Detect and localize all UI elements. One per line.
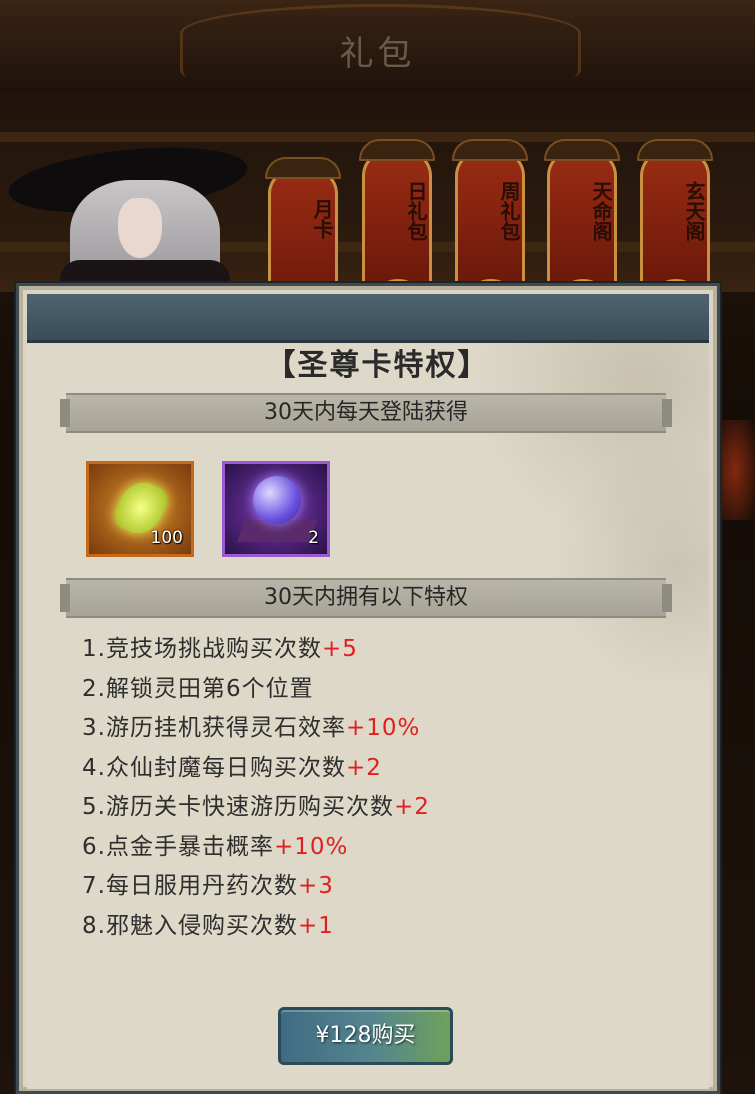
privilege-text: 2.解锁灵田第6个位置 (82, 675, 314, 702)
tab-daily-pack[interactable]: 日礼包 (359, 139, 435, 293)
buy-button[interactable]: ¥128购买 (278, 1007, 453, 1065)
privilege-section-label: 30天内拥有以下特权 (264, 585, 468, 610)
privilege-bonus: +3 (297, 873, 334, 899)
privilege-bonus: +2 (393, 794, 430, 820)
tab-xuantian-pavilion[interactable]: 玄天阁 (637, 139, 713, 293)
privilege-item: 1.竞技场挑战购买次数+5 (82, 630, 662, 670)
buy-button-label: ¥128购买 (315, 1023, 416, 1048)
privilege-item: 3.游历挂机获得灵石效率+10% (82, 709, 662, 749)
privilege-item: 4.众仙封魔每日购买次数+2 (82, 749, 662, 789)
card-title: 【圣尊卡特权】 (265, 348, 490, 383)
side-glow (715, 420, 755, 520)
privilege-text: 5.游历关卡快速游历购买次数 (82, 794, 394, 820)
tab-tianming-pavilion[interactable]: 天命阁 (544, 139, 620, 293)
panel-header (27, 294, 709, 343)
page-title: 礼包 (339, 34, 416, 74)
tab-label: 天命阁 (589, 181, 613, 241)
privilege-item: 2.解锁灵田第6个位置 (82, 670, 662, 710)
reward-item-orb[interactable]: 2 (222, 461, 330, 557)
character-face (118, 198, 162, 258)
daily-section-ribbon: 30天内每天登陆获得 (60, 393, 672, 433)
privilege-bonus: +1 (297, 912, 334, 939)
tab-label: 日礼包 (404, 181, 428, 241)
item-count: 2 (308, 528, 319, 548)
privilege-text: 8.邪魅入侵购买次数 (82, 912, 298, 939)
privilege-item: 5.游历关卡快速游历购买次数+2 (82, 788, 662, 828)
privilege-item: 8.邪魅入侵购买次数+1 (82, 907, 662, 947)
orb-icon (253, 476, 301, 524)
tab-label: 周礼包 (497, 181, 521, 241)
privilege-text: 1.竞技场挑战购买次数 (82, 636, 322, 662)
privilege-item: 6.点金手暴击概率+10% (82, 828, 662, 868)
privilege-list: 1.竞技场挑战购买次数+5 2.解锁灵田第6个位置 3.游历挂机获得灵石效率+1… (82, 630, 662, 946)
tab-label: 月卡 (310, 199, 334, 239)
daily-section-label: 30天内每天登陆获得 (264, 400, 468, 425)
privilege-text: 6.点金手暴击概率 (82, 833, 274, 860)
tab-weekly-pack[interactable]: 周礼包 (452, 139, 528, 293)
item-count: 100 (150, 528, 183, 548)
privilege-text: 3.游历挂机获得灵石效率 (82, 715, 346, 741)
privilege-text: 7.每日服用丹药次数 (82, 873, 298, 899)
privilege-bonus: +2 (345, 754, 382, 781)
privilege-bonus: +10% (273, 833, 349, 860)
privilege-item: 7.每日服用丹药次数+3 (82, 867, 662, 907)
privilege-section-ribbon: 30天内拥有以下特权 (60, 578, 672, 618)
reward-item-jade[interactable]: 100 (86, 461, 194, 557)
tab-label: 玄天阁 (682, 181, 706, 241)
privilege-text: 4.众仙封魔每日购买次数 (82, 754, 346, 781)
privilege-bonus: +5 (321, 636, 358, 662)
privilege-bonus: +10% (345, 715, 421, 741)
